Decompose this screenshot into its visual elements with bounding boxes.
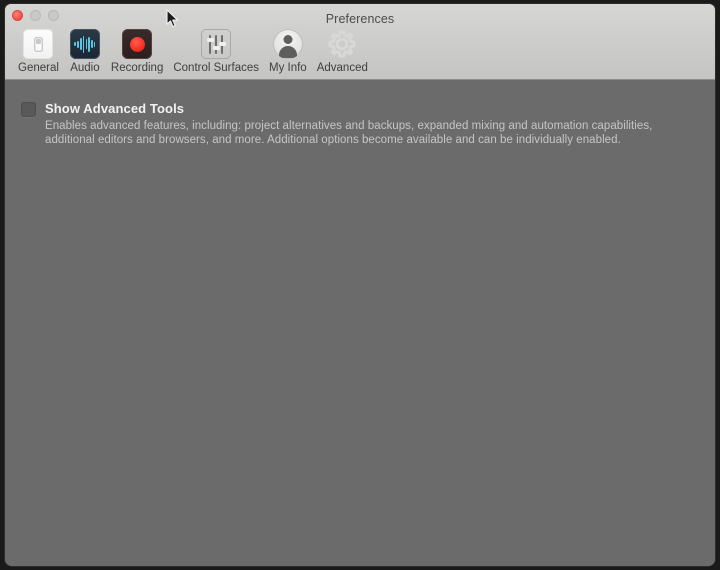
toolbar-label-audio: Audio — [70, 62, 100, 74]
toolbar-item-control-surfaces[interactable]: Control Surfaces — [168, 28, 264, 75]
toolbar-item-advanced[interactable]: Advanced — [312, 28, 373, 75]
toolbar-item-audio[interactable]: Audio — [64, 28, 106, 75]
record-dot-icon — [121, 28, 153, 60]
preferences-window: Preferences General Audio Recording Cont… — [5, 4, 715, 566]
toolbar-item-general[interactable]: General — [13, 28, 64, 75]
faders-icon — [200, 28, 232, 60]
toolbar-item-recording[interactable]: Recording — [106, 28, 168, 75]
toolbar-label-recording: Recording — [110, 62, 164, 74]
show-advanced-tools-label[interactable]: Show Advanced Tools — [45, 101, 661, 116]
audio-waveform-icon — [69, 28, 101, 60]
toolbar-item-my-info[interactable]: My Info — [264, 28, 312, 75]
toolbar-label-general: General — [18, 62, 59, 74]
show-advanced-tools-texts: Show Advanced Tools Enables advanced fea… — [45, 101, 661, 147]
window-chrome: Preferences General Audio Recording Cont… — [5, 4, 715, 80]
show-advanced-tools-checkbox[interactable] — [21, 102, 36, 117]
preferences-toolbar: General Audio Recording Control Surfaces… — [13, 28, 373, 75]
toolbar-label-advanced: Advanced — [316, 62, 368, 74]
toolbar-label-my-info: My Info — [269, 62, 307, 74]
gear-icon — [326, 28, 358, 60]
show-advanced-tools-description: Enables advanced features, including: pr… — [45, 120, 653, 146]
window-title: Preferences — [325, 12, 395, 26]
toolbar-label-control-surfaces: Control Surfaces — [173, 62, 259, 74]
preferences-content: Show Advanced Tools Enables advanced fea… — [5, 80, 715, 566]
general-icon — [22, 28, 54, 60]
user-avatar-icon — [272, 28, 304, 60]
show-advanced-tools-row: Show Advanced Tools Enables advanced fea… — [21, 101, 665, 147]
